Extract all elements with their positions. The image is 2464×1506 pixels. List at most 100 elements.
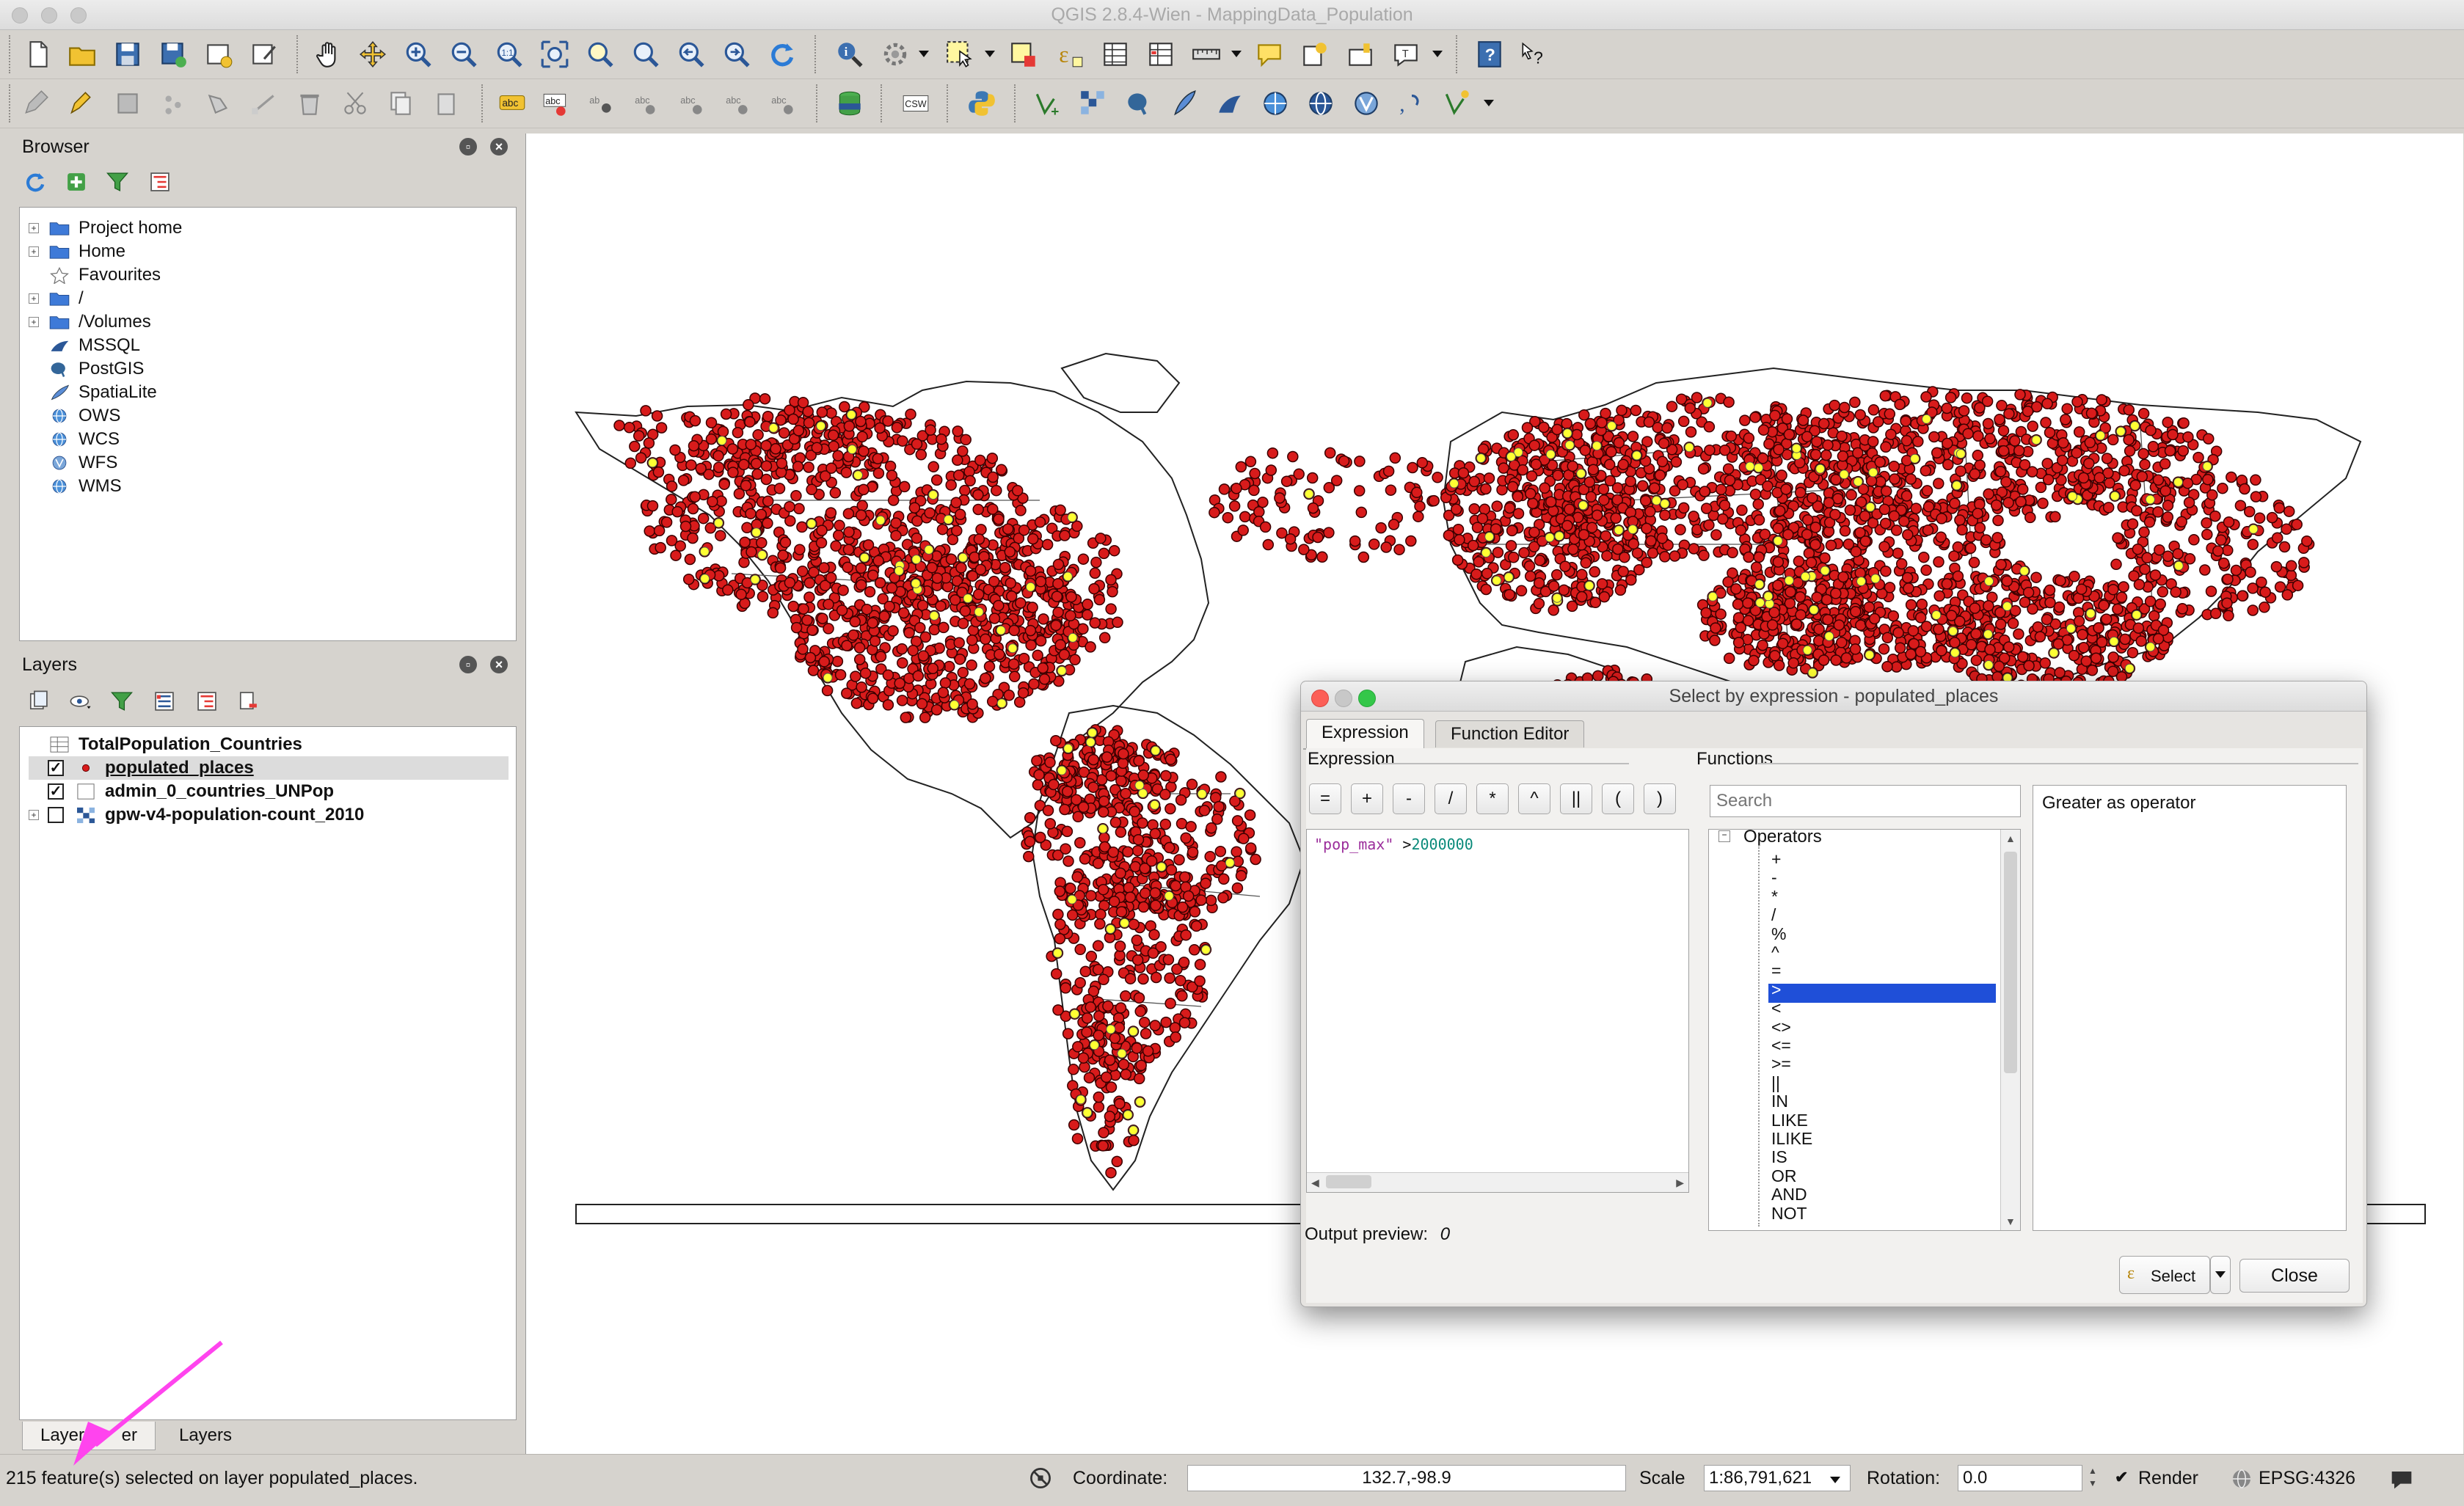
current-edits-icon[interactable]	[18, 86, 53, 121]
browser-item[interactable]: WFS	[29, 451, 117, 475]
expand-icon[interactable]: +	[29, 317, 39, 327]
add-selected-layers-icon[interactable]	[60, 166, 92, 198]
expand-icon[interactable]: +	[29, 246, 39, 257]
save-layer-edits-icon[interactable]	[110, 86, 145, 121]
pan-hand-icon[interactable]	[311, 37, 346, 72]
deselect-all-icon[interactable]	[1007, 37, 1042, 72]
save-as-icon[interactable]	[156, 37, 191, 72]
add-mssql-layer-icon[interactable]	[1212, 86, 1247, 121]
add-vector-layer-icon[interactable]: +	[1030, 86, 1065, 121]
new-bookmark-icon[interactable]	[1297, 37, 1333, 72]
add-wcs-layer-icon[interactable]	[1303, 86, 1338, 121]
metasearch-csw-icon[interactable]: CSW	[898, 86, 933, 121]
browser-item[interactable]: OWS	[29, 404, 120, 428]
layer-item[interactable]: ✓populated_places	[29, 756, 509, 780]
chevron-down-icon[interactable]	[1231, 51, 1242, 57]
zoom-in-icon[interactable]	[401, 37, 436, 72]
attribute-table-icon[interactable]	[1098, 37, 1133, 72]
browser-item[interactable]: PostGIS	[29, 357, 144, 381]
browser-item[interactable]: WMS	[29, 475, 122, 498]
composer-manager-icon[interactable]	[247, 37, 282, 72]
add-raster-layer-icon[interactable]	[1076, 86, 1111, 121]
paste-features-icon[interactable]	[429, 86, 464, 121]
chevron-down-icon[interactable]	[985, 51, 995, 57]
add-wfs-layer-icon[interactable]	[1349, 86, 1384, 121]
refresh-icon[interactable]	[19, 166, 51, 198]
filter-icon[interactable]	[101, 166, 134, 198]
copy-features-icon[interactable]	[383, 86, 418, 121]
browser-item[interactable]: +/	[29, 287, 84, 310]
browser-item[interactable]: +Project home	[29, 216, 182, 240]
whats-this-icon[interactable]: ?	[1516, 37, 1551, 72]
chevron-down-icon[interactable]	[1432, 51, 1443, 57]
layer-visibility-checkbox[interactable]	[48, 807, 64, 823]
float-panel-icon[interactable]: ▫	[459, 138, 477, 156]
cut-features-icon[interactable]	[338, 86, 373, 121]
node-tool-icon[interactable]	[247, 86, 282, 121]
db-manager-icon[interactable]	[832, 86, 867, 121]
layer-visibility-checkbox[interactable]: ✓	[48, 783, 64, 800]
expand-icon[interactable]: +	[29, 293, 39, 304]
toggle-editing-icon[interactable]	[62, 86, 97, 121]
add-delimited-text-layer-icon[interactable]: ,	[1394, 86, 1429, 121]
layer-visibility-checkbox[interactable]: ✓	[48, 760, 64, 776]
highlight-pinned-labels-icon[interactable]: ab	[584, 86, 619, 121]
pin-labels-icon[interactable]: abc	[539, 86, 574, 121]
expand-icon[interactable]: +	[29, 223, 39, 233]
add-postgis-layer-icon[interactable]	[1121, 86, 1156, 121]
browser-item[interactable]: +Home	[29, 240, 125, 263]
add-wms-layer-icon[interactable]	[1258, 86, 1293, 121]
manage-visibility-icon[interactable]	[65, 685, 97, 717]
zoom-to-selection-icon[interactable]	[583, 37, 618, 72]
zoom-full-icon[interactable]	[537, 37, 572, 72]
zoom-next-icon[interactable]	[719, 37, 754, 72]
change-label-icon[interactable]: abc	[721, 86, 756, 121]
map-tips-icon[interactable]	[1252, 37, 1287, 72]
add-feature-icon[interactable]	[156, 86, 191, 121]
zoom-native-icon[interactable]: 1:1	[492, 37, 527, 72]
layer-item[interactable]: +gpw-v4-population-count_2010	[29, 803, 509, 827]
open-project-icon[interactable]	[65, 37, 100, 72]
browser-item[interactable]: +/Volumes	[29, 310, 151, 334]
select-by-expression-icon[interactable]: ε	[1052, 37, 1087, 72]
collapse-all-icon[interactable]	[191, 685, 223, 717]
add-spatialite-layer-icon[interactable]	[1167, 86, 1202, 121]
browser-item[interactable]: SpatiaLite	[29, 381, 157, 404]
new-project-icon[interactable]	[21, 37, 56, 72]
layer-item[interactable]: TotalPopulation_Countries	[29, 733, 509, 756]
open-layer-styling-icon[interactable]	[22, 685, 54, 717]
browser-item[interactable]: MSSQL	[29, 334, 140, 357]
move-label-icon[interactable]: abc	[630, 86, 665, 121]
run-feature-action-icon[interactable]	[878, 37, 913, 72]
delete-selected-icon[interactable]	[292, 86, 327, 121]
identify-features-icon[interactable]: i	[832, 37, 867, 72]
python-console-icon[interactable]	[964, 86, 999, 121]
close-panel-icon[interactable]: ×	[490, 656, 508, 673]
field-calculator-icon[interactable]	[1143, 37, 1178, 72]
show-bookmarks-icon[interactable]	[1343, 37, 1378, 72]
expand-all-icon[interactable]	[148, 685, 181, 717]
save-project-icon[interactable]	[110, 37, 145, 72]
filter-legend-icon[interactable]	[106, 685, 138, 717]
measure-line-icon[interactable]	[1189, 37, 1224, 72]
help-contents-icon[interactable]: ?	[1472, 37, 1507, 72]
zoom-last-icon[interactable]	[674, 37, 709, 72]
chevron-down-icon[interactable]	[919, 51, 929, 57]
select-features-icon[interactable]	[942, 37, 977, 72]
browser-item[interactable]: Favourites	[29, 263, 161, 287]
zoom-to-layer-icon[interactable]	[628, 37, 663, 72]
float-panel-icon[interactable]: ▫	[459, 656, 477, 673]
remove-layer-icon[interactable]	[232, 685, 264, 717]
browser-item[interactable]: WCS	[29, 428, 120, 451]
chevron-down-icon[interactable]	[1484, 100, 1494, 106]
rotate-label-icon[interactable]: abc	[675, 86, 710, 121]
collapse-all-icon[interactable]	[144, 166, 176, 198]
layer-item[interactable]: ✓admin_0_countries_UNPop	[29, 780, 509, 803]
show-hide-labels-icon[interactable]: abc	[766, 86, 801, 121]
refresh-icon[interactable]	[765, 37, 800, 72]
layer-labeling-icon[interactable]: abc	[495, 86, 530, 121]
new-shapefile-layer-icon[interactable]	[1440, 86, 1475, 121]
text-annotation-icon[interactable]: T	[1388, 37, 1424, 72]
close-panel-icon[interactable]: ×	[490, 138, 508, 156]
expand-icon[interactable]: +	[29, 810, 39, 820]
